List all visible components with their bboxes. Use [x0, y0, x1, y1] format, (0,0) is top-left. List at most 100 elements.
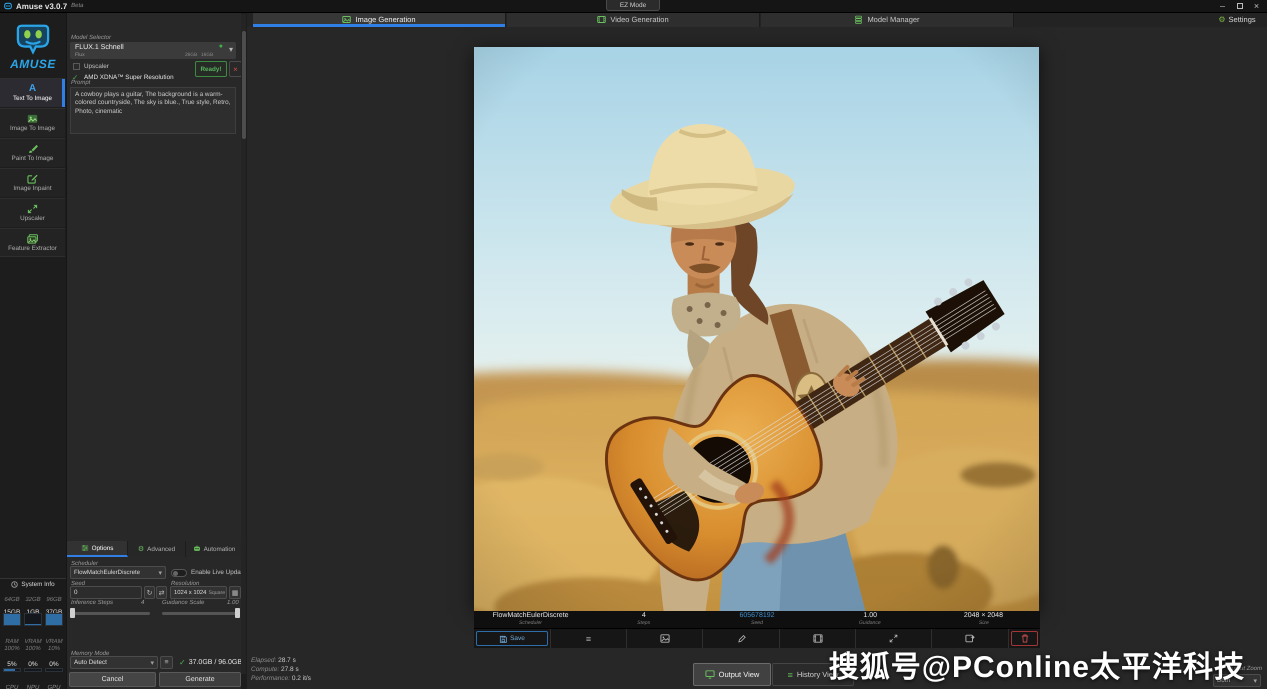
info-label: Size	[978, 621, 988, 627]
settings-button[interactable]: ⚙ Settings	[1208, 13, 1266, 26]
util-bar-cpu	[3, 668, 21, 672]
ez-mode-label: EZ Mode	[620, 2, 646, 9]
send-to-image-button[interactable]	[627, 629, 703, 648]
info-label: Scheduler	[519, 621, 542, 627]
automation-robot-icon	[193, 545, 201, 553]
guidance-scale-value: 1.00	[227, 600, 239, 606]
scheduler-value: FlowMatchEulerDiscrete	[74, 569, 140, 576]
tab-options[interactable]: Options	[67, 541, 128, 557]
ez-mode-button[interactable]: EZ Mode	[606, 0, 660, 11]
mem-bar-npu	[24, 613, 42, 626]
info-value: 1.00	[863, 612, 877, 620]
info-scheduler: FlowMatchEulerDiscrete Scheduler	[474, 611, 587, 628]
image-to-image-icon	[27, 114, 38, 124]
film-icon	[813, 634, 823, 643]
inference-steps-slider-handle[interactable]	[70, 608, 75, 618]
scrollbar-thumb[interactable]	[242, 31, 246, 139]
output-view-button[interactable]: Output View	[693, 663, 771, 686]
close-icon: ×	[233, 65, 238, 74]
util-bar-npu	[24, 668, 42, 672]
mem-pct: 100%	[25, 646, 40, 652]
memory-list-button[interactable]: ≡	[160, 656, 173, 669]
close-button[interactable]: ×	[1248, 0, 1265, 12]
window-title-beta: Beta	[71, 3, 83, 9]
cancel-label: Cancel	[102, 676, 124, 683]
sidebar-item-feature-extractor[interactable]: Feature Extractor	[0, 228, 65, 257]
inference-steps-slider[interactable]	[70, 612, 150, 615]
window-controls: – ×	[1214, 0, 1265, 12]
tab-model-manager[interactable]: Model Manager	[761, 12, 1014, 27]
save-button[interactable]: Save	[476, 631, 548, 646]
details-list-icon: ≡	[586, 634, 591, 644]
send-to-inpaint-button[interactable]	[703, 629, 780, 648]
model-selector-label: Model Selector	[71, 35, 111, 41]
sidebar-item-image-to-image[interactable]: Image To Image	[0, 108, 65, 137]
util-pct: 0%	[49, 661, 58, 668]
guidance-scale-slider[interactable]	[162, 612, 240, 615]
amuse-logo: AMUSE	[3, 15, 63, 77]
mem-bar-cpu	[3, 613, 21, 626]
util-pct: 5%	[7, 661, 16, 668]
cancel-button[interactable]: Cancel	[69, 672, 156, 687]
save-icon	[499, 635, 507, 643]
sidebar-item-label: Paint To Image	[12, 155, 54, 162]
panel-scrollbar[interactable]	[241, 14, 246, 674]
prompt-input[interactable]: A cowboy plays a guitar, The background …	[70, 87, 236, 134]
scheduler-dropdown[interactable]: FlowMatchEulerDiscrete ▾	[70, 566, 166, 579]
model-size-mem: 16GB	[201, 53, 213, 58]
inpaint-edit-icon	[27, 174, 38, 184]
model-selector-dropdown[interactable]: FLUX.1 Schnell Flux 26GB 16GB ● ▾	[70, 42, 236, 59]
advanced-tab-label: Advanced	[147, 546, 175, 553]
generated-image[interactable]	[474, 47, 1039, 611]
maximize-button[interactable]	[1231, 0, 1248, 12]
amuse-app-window: Amuse v3.0.7 Beta – × EZ Mode Image Gene…	[0, 0, 1267, 689]
sidebar-item-text-to-image[interactable]: A Text To Image	[0, 78, 65, 107]
tab-video-generation[interactable]: Video Generation	[507, 12, 760, 27]
tab-image-generation[interactable]: Image Generation	[253, 12, 506, 27]
seed-input[interactable]: 0	[70, 586, 142, 599]
custom-resolution-button[interactable]: ▦	[229, 586, 241, 599]
sidebar-item-label: Text To Image	[13, 95, 52, 102]
guidance-scale-slider-handle[interactable]	[235, 608, 240, 618]
info-guidance: 1.00 Guidance	[814, 611, 927, 628]
device-name: GPU	[47, 685, 60, 689]
device-name: CPU	[6, 685, 19, 689]
sidebar-item-label: Image Inpaint	[13, 185, 51, 192]
sidebar-item-image-inpaint[interactable]: Image Inpaint	[0, 168, 65, 197]
seed-shuffle-button[interactable]: ⇄	[156, 586, 167, 599]
inference-steps-label: Inference Steps	[71, 600, 113, 606]
upscaler-checkbox[interactable]	[73, 63, 80, 70]
run-stats: Elapsed: 28.7 s Compute: 27.8 s Performa…	[251, 657, 311, 683]
stat-label: Elapsed:	[251, 657, 276, 664]
minimize-icon: –	[1220, 1, 1225, 11]
grid-icon: ▦	[232, 589, 239, 597]
memory-usage: ✓ 37.0GB / 96.0GB	[179, 658, 242, 667]
info-seed: 605678192 Seed	[700, 611, 813, 628]
info-label: Seed	[751, 621, 763, 627]
sidebar-item-paint-to-image[interactable]: Paint To Image	[0, 138, 65, 167]
tab-automation[interactable]: Automation	[186, 541, 242, 557]
resolution-dropdown[interactable]: 1024 x 1024 Square ▾	[170, 586, 227, 599]
sidebar-item-upscaler[interactable]: Upscaler	[0, 198, 65, 227]
left-panel: AMUSE A Text To Image Image To Image Pai…	[0, 13, 247, 689]
memory-mode-dropdown[interactable]: Auto Detect ▾	[70, 656, 158, 669]
options-tab-label: Options	[92, 545, 114, 552]
minimize-button[interactable]: –	[1214, 0, 1231, 12]
generate-button[interactable]: Generate	[159, 672, 241, 687]
model-panel: Model Selector FLUX.1 Schnell Flux 26GB …	[66, 13, 241, 689]
paintbrush-icon	[27, 144, 38, 154]
live-update-toggle[interactable]	[171, 569, 187, 577]
save-label: Save	[510, 635, 525, 642]
brand-name: AMUSE	[10, 57, 56, 71]
info-size: 2048 × 2048 Size	[927, 611, 1040, 628]
tab-advanced[interactable]: ⚙ Advanced	[128, 541, 186, 557]
image-icon	[660, 634, 670, 643]
seed-refresh-button[interactable]: ↻	[144, 586, 155, 599]
details-button[interactable]: ≡	[551, 629, 627, 648]
generated-image-art	[474, 47, 1039, 611]
sidebar-item-label: Image To Image	[10, 125, 55, 132]
automation-tab-label: Automation	[204, 546, 236, 553]
mem-bar-gpu	[45, 613, 63, 626]
info-value: 2048 × 2048	[964, 612, 1003, 620]
close-icon: ×	[1254, 1, 1259, 11]
